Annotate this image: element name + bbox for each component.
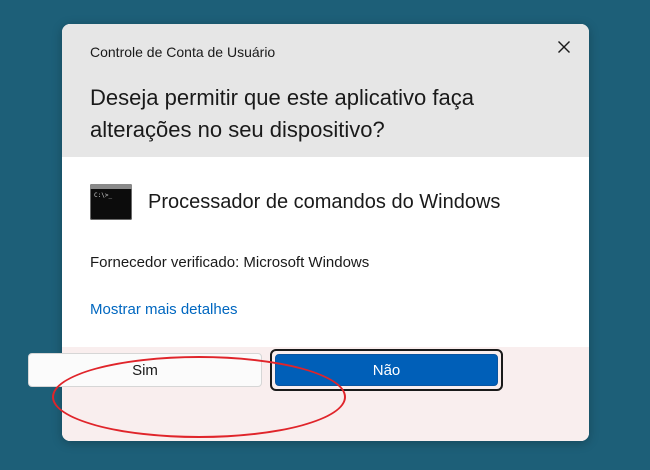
publisher-info: Fornecedor verificado: Microsoft Windows bbox=[90, 254, 370, 271]
dialog-title: Controle de Conta de Usuário bbox=[90, 44, 276, 60]
desktop-background: Controle de Conta de Usuário Deseja perm… bbox=[0, 0, 650, 470]
app-info-row: C:\>_ Processador de comandos do Windows bbox=[90, 184, 500, 220]
no-button[interactable]: Não bbox=[275, 354, 498, 386]
show-more-details-link[interactable]: Mostrar mais detalhes bbox=[90, 301, 238, 318]
command-prompt-icon: C:\>_ bbox=[90, 184, 132, 220]
close-button[interactable] bbox=[551, 34, 577, 60]
dialog-header: Controle de Conta de Usuário Deseja perm… bbox=[62, 24, 589, 157]
dialog-question: Deseja permitir que este aplicativo faça… bbox=[90, 85, 474, 142]
close-icon bbox=[558, 41, 570, 53]
yes-button[interactable]: Sim bbox=[28, 353, 262, 387]
app-name: Processador de comandos do Windows bbox=[148, 190, 501, 213]
